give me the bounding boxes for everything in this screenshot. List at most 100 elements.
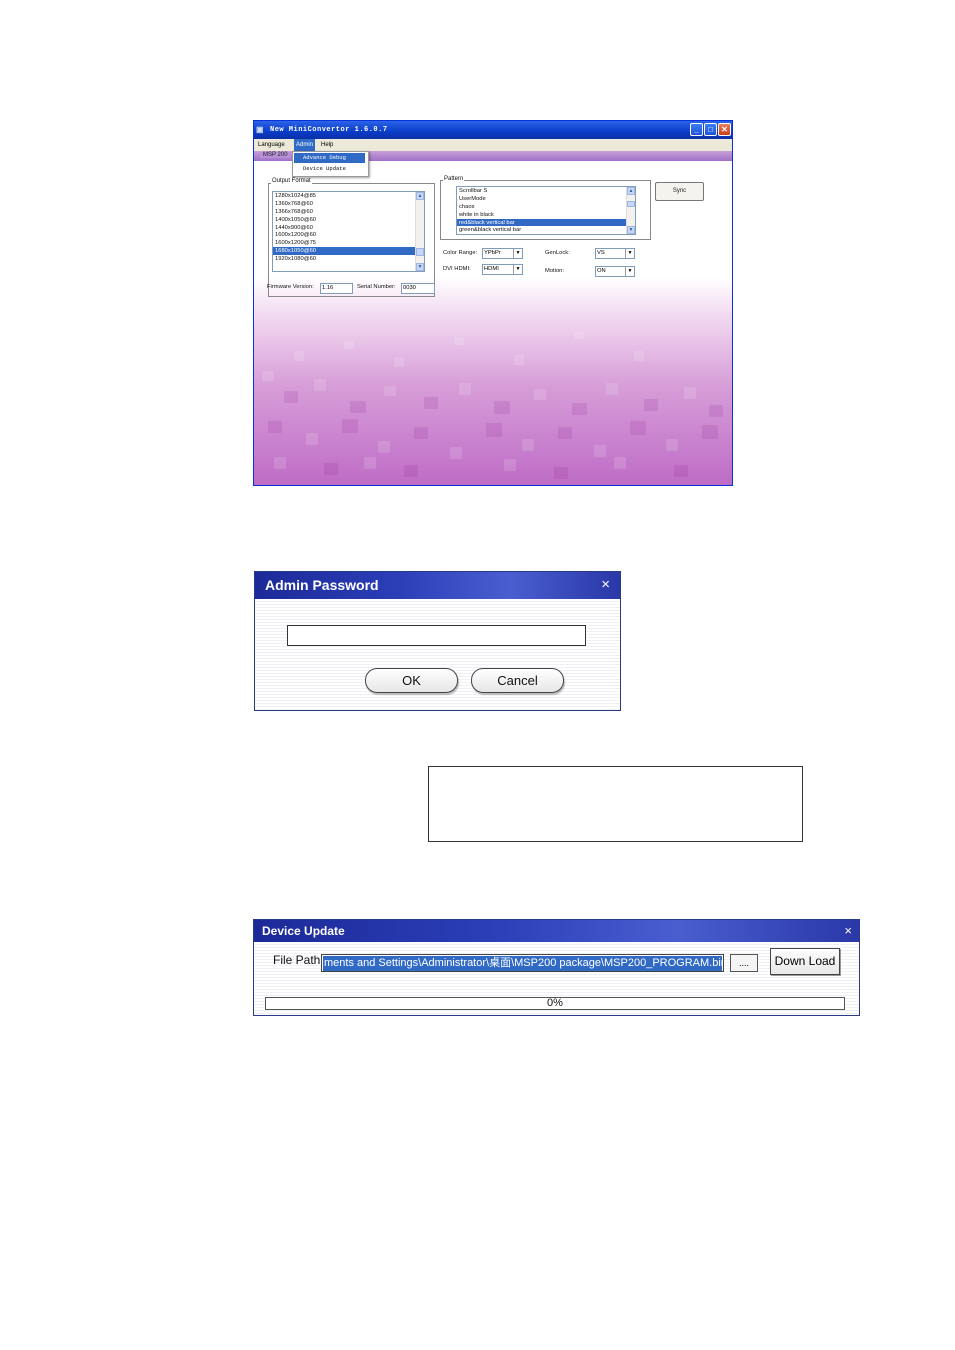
background-tile — [350, 401, 366, 413]
close-icon[interactable]: × — [844, 923, 852, 938]
password-input[interactable] — [287, 625, 586, 646]
background-tile — [554, 467, 568, 479]
scroll-down-icon[interactable]: ▼ — [416, 263, 424, 271]
background-tile — [344, 341, 354, 349]
admin-password-dialog: Admin Password × OK Cancel — [254, 571, 621, 711]
genlock-label: GenLock: — [545, 250, 570, 256]
menu-item-advance-debug[interactable]: Advance Debug — [294, 153, 365, 163]
output-format-items: 1280x1024@85 1360x768@60 1366x768@60 1400x1… — [273, 192, 424, 263]
background-tile — [314, 379, 326, 391]
background-tile — [514, 355, 524, 365]
list-item[interactable]: white in black — [457, 211, 635, 219]
admin-password-body: OK Cancel — [255, 599, 620, 710]
menu-admin[interactable]: Admin — [294, 139, 316, 151]
scroll-up-icon[interactable]: ▲ — [627, 187, 635, 195]
background-tile — [454, 337, 464, 345]
motion-value: ON — [597, 268, 606, 274]
background-tile — [414, 427, 428, 439]
list-item[interactable]: 1366x768@60 — [273, 208, 424, 216]
background-tile — [394, 357, 404, 367]
list-item[interactable]: 1680x1050@60 — [273, 247, 424, 256]
background-tile — [450, 447, 462, 459]
maximize-button[interactable]: □ — [704, 123, 717, 136]
genlock-select[interactable]: VS ▼ — [595, 248, 635, 259]
file-path-input[interactable]: ments and Settings\Administrator\桌面\MSP2… — [321, 954, 724, 972]
motion-select[interactable]: ON ▼ — [595, 266, 635, 277]
list-item[interactable]: 1360x768@60 — [273, 200, 424, 208]
firmware-version-field[interactable]: 1.16 — [320, 283, 353, 294]
menu-item-device-update[interactable]: Device Update — [294, 164, 365, 174]
pattern-items: Scrollbar S UserMode chaos white in black re… — [457, 187, 635, 234]
list-item[interactable]: 1920x1080@60 — [273, 255, 424, 263]
output-format-list[interactable]: 1280x1024@85 1360x768@60 1366x768@60 1400x1… — [272, 191, 425, 272]
list-item[interactable]: 1280x1024@85 — [273, 192, 424, 200]
list-item[interactable]: Scrollbar S — [457, 187, 635, 195]
chevron-down-icon[interactable]: ▼ — [513, 249, 522, 258]
background-tile — [284, 391, 298, 403]
miniconvertor-window: ▣ New MiniConvertor 1.6.0.7 _ □ ✕ Langua… — [253, 120, 733, 486]
device-update-title-bar[interactable]: Device Update × — [254, 920, 859, 942]
scroll-thumb[interactable] — [416, 248, 424, 256]
background-tile — [486, 423, 502, 437]
background-tile — [606, 383, 618, 395]
list-item[interactable]: 1440x900@60 — [273, 224, 424, 232]
blank-frame — [428, 766, 803, 842]
color-range-label: Color Range: — [443, 250, 478, 256]
pattern-label: Pattern — [443, 176, 465, 182]
list-item[interactable]: chaos — [457, 203, 635, 211]
menu-help[interactable]: Help — [321, 139, 333, 151]
list-item[interactable]: 1400x1050@60 — [273, 216, 424, 224]
list-item[interactable]: 1600x1200@75 — [273, 239, 424, 247]
scroll-up-icon[interactable]: ▲ — [416, 192, 424, 200]
list-item[interactable]: red&black vertical bar — [457, 218, 635, 227]
background-tile — [674, 465, 688, 477]
background-tile — [494, 401, 510, 414]
cancel-button[interactable]: Cancel — [471, 668, 564, 693]
minimize-button[interactable]: _ — [690, 123, 703, 136]
output-format-label: Output Format — [271, 178, 312, 184]
list-item[interactable]: green&black vertical bar — [457, 226, 635, 234]
sync-button[interactable]: Sync — [655, 182, 704, 201]
menu-language[interactable]: Language — [258, 139, 285, 151]
background-tile — [709, 405, 723, 417]
tab-msp200[interactable]: MSP 200 — [260, 152, 291, 158]
pattern-scrollbar[interactable]: ▲ ▼ — [626, 187, 635, 234]
main-title-bar[interactable]: ▣ New MiniConvertor 1.6.0.7 _ □ ✕ — [254, 121, 732, 139]
color-range-select[interactable]: YPbPr ▼ — [482, 248, 523, 259]
background-tile — [268, 421, 282, 433]
main-window-title: New MiniConvertor 1.6.0.7 — [270, 126, 388, 134]
background-tile — [306, 433, 318, 445]
dvi-hdmi-select[interactable]: HDMI ▼ — [482, 264, 523, 275]
dvi-hdmi-value: HDMI — [484, 266, 499, 272]
device-update-dialog: Device Update × File Path ments and Sett… — [253, 919, 860, 1016]
chevron-down-icon[interactable]: ▼ — [625, 249, 634, 258]
admin-password-title-bar[interactable]: Admin Password × — [255, 572, 620, 599]
background-tile — [424, 397, 438, 409]
background-tile — [630, 421, 646, 435]
pattern-list[interactable]: Scrollbar S UserMode chaos white in black re… — [456, 186, 636, 235]
download-button[interactable]: Down Load — [770, 948, 840, 975]
app-icon: ▣ — [256, 125, 264, 134]
chevron-down-icon[interactable]: ▼ — [625, 267, 634, 276]
ok-button[interactable]: OK — [365, 668, 458, 693]
chevron-down-icon[interactable]: ▼ — [513, 265, 522, 274]
scroll-down-icon[interactable]: ▼ — [627, 226, 635, 234]
background-tile — [534, 389, 546, 400]
device-update-title: Device Update — [262, 924, 345, 938]
close-icon[interactable]: × — [601, 576, 610, 593]
background-tile — [324, 463, 338, 475]
dvi-hdmi-label: DVI HDMI: — [443, 266, 471, 272]
scroll-thumb[interactable] — [627, 201, 635, 207]
background-tile — [342, 419, 358, 433]
menu-bar: Language Admin Help — [254, 139, 732, 151]
genlock-value: VS — [597, 250, 605, 256]
list-item[interactable]: 1600x1200@60 — [273, 231, 424, 239]
background-tile — [684, 387, 696, 399]
browse-button[interactable]: .... — [730, 954, 758, 972]
output-format-scrollbar[interactable]: ▲ ▼ — [415, 192, 424, 271]
list-item[interactable]: UserMode — [457, 195, 635, 203]
close-button[interactable]: ✕ — [718, 123, 731, 136]
background-tile — [574, 331, 584, 339]
serial-number-field[interactable]: 0030 — [401, 283, 435, 294]
firmware-version-label: Firmware Version: — [267, 284, 314, 290]
